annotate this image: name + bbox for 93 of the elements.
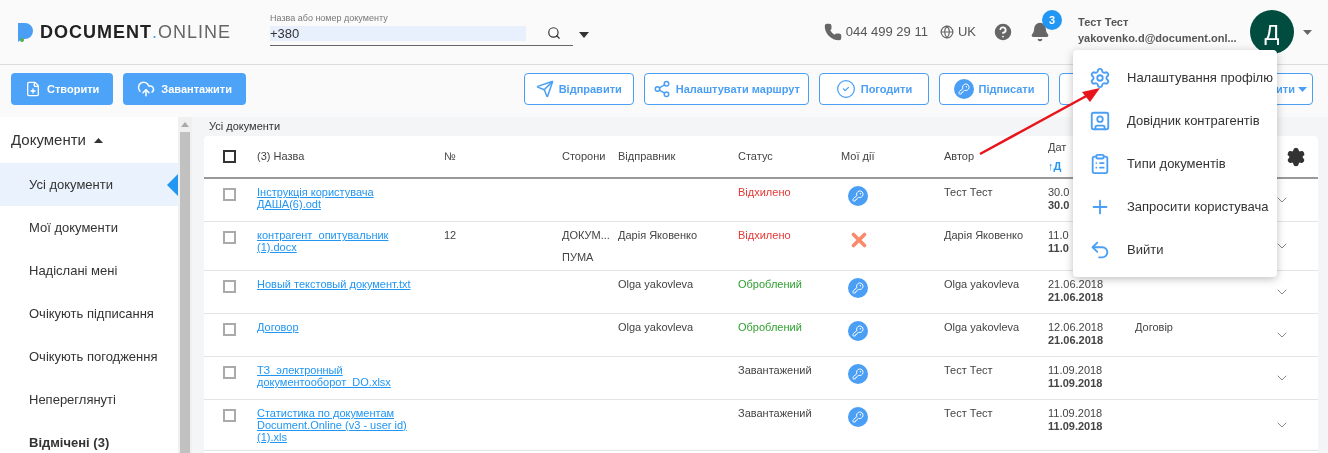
table-cell: Дарія Яковенко [618,229,698,241]
help-icon[interactable] [992,21,1014,43]
sidebar-item[interactable]: Відмічені (3) [0,421,178,453]
date-text: 30.0 [1048,199,1070,212]
checkbox[interactable] [223,409,236,422]
sidebar-item[interactable]: Усі документи [0,163,178,206]
table-cell: Olga yakovleva [618,278,694,290]
logo-icon [16,21,36,43]
table-cell: Olga yakovleva [944,321,1020,333]
search-icon[interactable] [547,26,561,41]
language-selector[interactable]: UK [957,22,976,42]
contact-card-icon [1089,109,1111,132]
column-header[interactable]: (3) Назва [257,148,440,165]
key-icon[interactable] [848,364,868,384]
menu-item[interactable]: Налаштування профілю [1073,56,1277,99]
date-text: 21.06.2018 [1048,278,1104,291]
send-icon [535,80,554,98]
date-text: 12.06.2018 [1048,321,1104,334]
scrollbar[interactable] [178,117,192,453]
status-text: Оброблений [738,278,802,290]
key-icon[interactable] [848,186,868,206]
status-text: Завантажений [738,407,812,419]
search-field[interactable]: Назва або номер документу +380 [270,12,573,46]
status-text: Завантажений [738,364,812,376]
file-plus-icon [25,81,41,97]
checkbox[interactable] [223,280,236,293]
date-text: 11.0 [1048,242,1069,255]
table-cell-text: ДОКУМ... [562,229,611,241]
sidebar-item[interactable]: Очікують погодження [0,335,178,378]
date-text: 11.0 [1048,229,1069,242]
key-icon[interactable] [848,321,868,341]
date-text: 21.06.2018 [1048,291,1104,304]
settings-icon [1089,66,1111,89]
sidebar-item[interactable]: Очікують підписання [0,292,178,335]
date-text: 21.06.2018 [1048,334,1104,347]
status-text: Відхилено [738,186,791,198]
table-cell: Olga yakovleva [944,278,1020,290]
notification-badge: 3 [1042,10,1062,30]
checkbox[interactable] [223,323,236,336]
column-header[interactable]: Сторони [562,148,614,165]
globe-icon[interactable] [939,25,954,39]
menu-item[interactable]: Типи документів [1073,142,1277,185]
phone-icon [823,23,842,41]
column-header[interactable]: Автор [944,148,1044,165]
scroll-up-icon[interactable] [181,122,189,127]
user-name: Тест Тест [1078,15,1130,30]
user-email: yakovenko.d@document.onl... [1078,31,1238,46]
checkbox[interactable] [223,188,236,201]
table-cell: Olga yakovleva [618,321,694,333]
table-cell-text: ПУМА [562,251,595,263]
date-text: 11.09.2018 [1048,377,1103,390]
menu-item[interactable]: Вийти [1073,228,1277,271]
sidebar-item[interactable]: Надіслані мені [0,249,178,292]
checkbox[interactable] [223,150,236,163]
caret-icon [1298,86,1307,92]
sidebar-item[interactable]: Мої документи [0,206,178,249]
date-text: 11.09.2018 [1048,407,1103,420]
key-icon [953,79,974,99]
date-text: 11.09.2018 [1048,420,1103,433]
phone-number: 044 499 29 11 [845,23,928,42]
breadcrumb: Усі документи [209,119,281,135]
clipboard-icon [1089,152,1111,175]
share-icon [652,80,671,98]
key-icon[interactable] [848,278,868,298]
date-text: 30.0 [1048,186,1070,199]
sidebar-item[interactable]: Непереглянуті [0,378,178,421]
caret-icon[interactable] [579,31,589,38]
table-cell: Тест Тест [944,364,993,376]
status-text: Відхилено [738,229,791,241]
column-header[interactable]: № [444,148,558,165]
table-cell: Тест Тест [944,186,993,198]
table-cell: Дарія Яковенко [944,229,1024,241]
check-circle-icon [835,79,856,99]
cloud-upload-icon [137,80,156,98]
column-header[interactable]: Статус [738,148,837,165]
sidebar-section-header[interactable]: Документи [0,117,114,163]
settings-icon[interactable] [1286,146,1306,167]
table-cell: 12 [444,229,457,241]
caret-icon[interactable] [1303,29,1312,35]
status-text: Оброблений [738,321,802,333]
avatar[interactable]: Д [1250,10,1294,54]
bell-icon[interactable] [1030,22,1050,42]
checkbox[interactable] [223,366,236,379]
menu-item[interactable]: Запросити користувача [1073,185,1277,228]
checkbox[interactable] [223,231,236,244]
key-icon[interactable] [848,407,868,427]
logo-text: DOCUMENT.ONLINE [40,20,232,44]
column-header[interactable]: Мої дії [841,148,940,165]
date-text: 11.09.2018 [1048,364,1103,377]
menu-item[interactable]: Довідник контрагентів [1073,99,1277,142]
table-cell: Тест Тест [944,407,993,419]
table-cell: Договір [1135,321,1173,333]
column-header[interactable]: Відправник [618,148,734,165]
